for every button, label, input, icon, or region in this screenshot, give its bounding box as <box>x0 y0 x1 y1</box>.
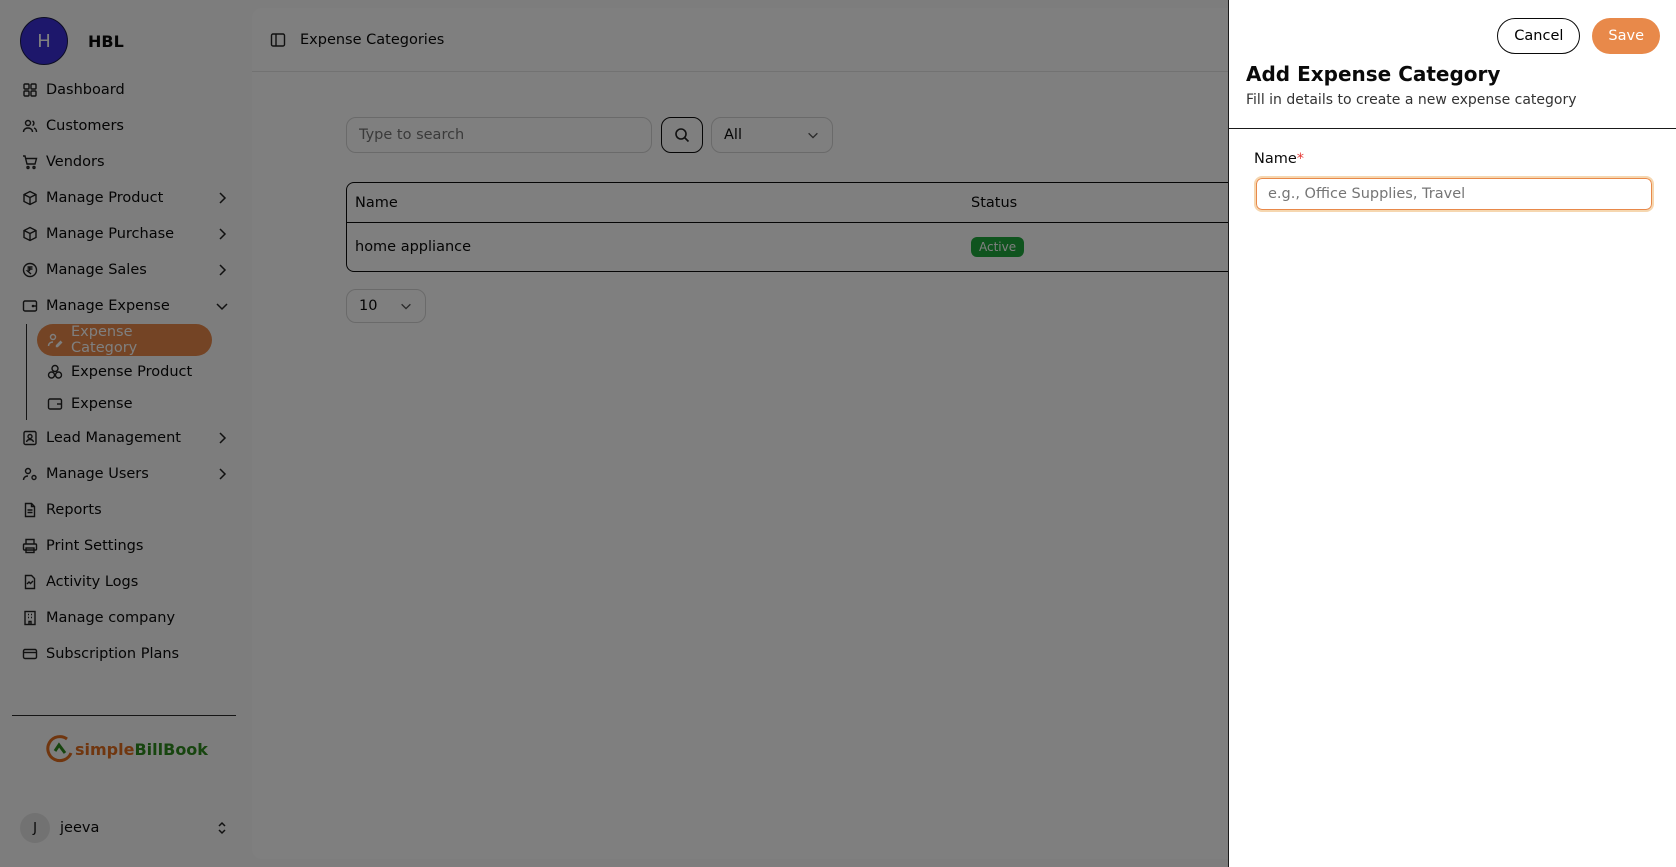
drawer-divider <box>1229 128 1676 129</box>
add-expense-category-drawer: Cancel Save Add Expense Category Fill in… <box>1228 0 1676 867</box>
required-mark: * <box>1296 151 1305 167</box>
name-field: Name* <box>1254 151 1654 212</box>
cancel-button[interactable]: Cancel <box>1497 18 1581 54</box>
save-button[interactable]: Save <box>1592 18 1660 54</box>
name-field-label: Name* <box>1254 151 1654 167</box>
drawer-actions: Cancel Save <box>1497 18 1660 54</box>
name-label-text: Name <box>1254 151 1297 167</box>
drawer-header: Add Expense Category Fill in details to … <box>1246 62 1577 108</box>
drawer-title: Add Expense Category <box>1246 62 1501 86</box>
drawer-subtitle: Fill in details to create a new expense … <box>1246 92 1577 108</box>
name-input[interactable] <box>1254 176 1654 212</box>
